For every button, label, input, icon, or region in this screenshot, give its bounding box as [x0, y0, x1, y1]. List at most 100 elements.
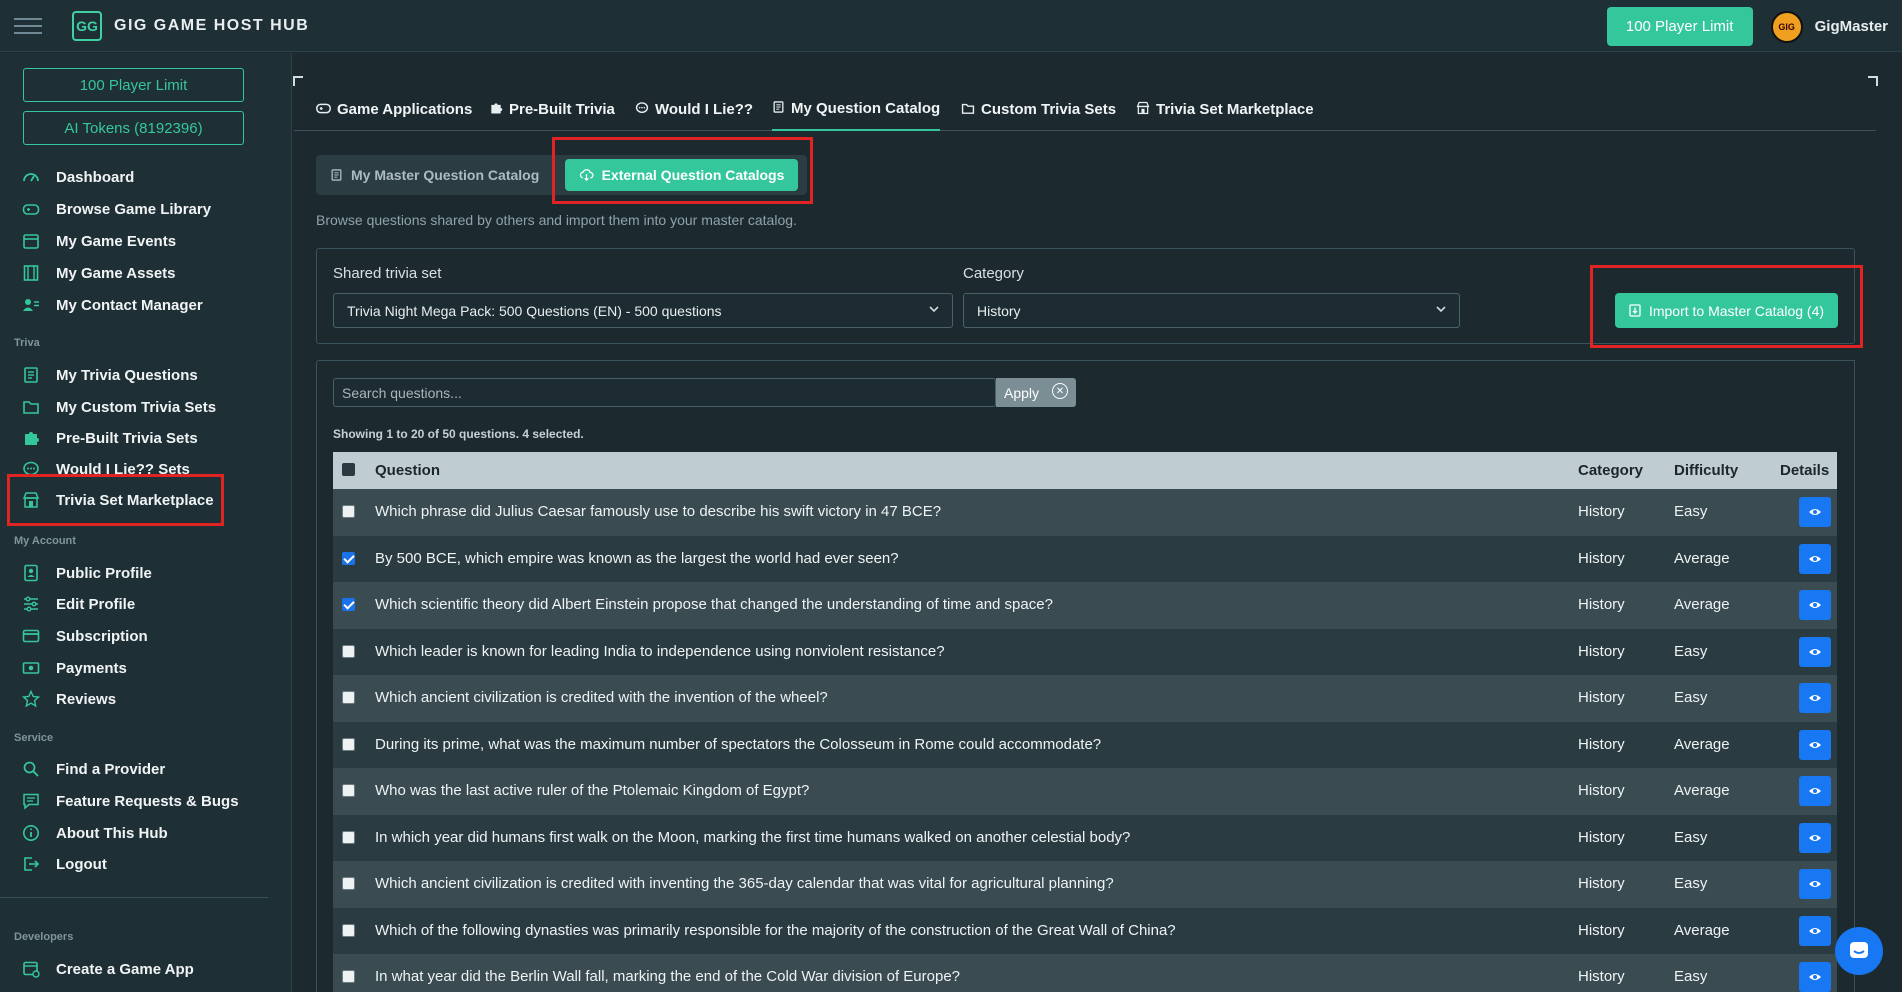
category-select[interactable]: History: [963, 293, 1460, 328]
table-row[interactable]: Who was the last active ruler of the Pto…: [333, 768, 1837, 815]
view-details-button[interactable]: [1799, 729, 1831, 760]
subtab-master-catalog[interactable]: My Master Question Catalog: [330, 159, 539, 191]
section-label-trivia: Triva: [14, 337, 40, 349]
view-details-button[interactable]: [1799, 869, 1831, 899]
tab-pre-built-trivia[interactable]: Pre-Built Trivia: [489, 88, 615, 131]
chat-support-button[interactable]: [1835, 927, 1883, 975]
question-cell: Which leader is known for leading India …: [375, 642, 945, 660]
table-row[interactable]: Which ancient civilization is credited w…: [333, 675, 1837, 722]
table-row[interactable]: By 500 BCE, which empire was known as th…: [333, 535, 1837, 583]
player-limit-button[interactable]: 100 Player Limit: [1606, 7, 1753, 46]
subtab-external-catalogs[interactable]: External Question Catalogs: [565, 159, 798, 191]
ai-tokens-button[interactable]: AI Tokens (8192396): [23, 111, 244, 145]
sidebar-item-my-custom-trivia-sets[interactable]: My Custom Trivia Sets: [22, 396, 216, 418]
tab-game-applications[interactable]: Game Applications: [316, 88, 472, 131]
table-row[interactable]: Which phrase did Julius Caesar famously …: [333, 489, 1837, 536]
sidebar: [0, 53, 292, 992]
row-checkbox[interactable]: [342, 970, 355, 983]
folder-icon: [961, 102, 975, 118]
question-cell: Which ancient civilization is credited w…: [375, 875, 1114, 892]
row-checkbox[interactable]: [342, 644, 355, 658]
row-checkbox[interactable]: [342, 923, 355, 937]
sidebar-item-my-game-assets[interactable]: My Game Assets: [22, 262, 176, 284]
sidebar-item-payments[interactable]: Payments: [22, 657, 127, 679]
apply-button[interactable]: Apply ✕: [996, 378, 1076, 407]
column-header-category[interactable]: Category: [1578, 462, 1643, 479]
search-input[interactable]: [333, 378, 996, 407]
select-all-checkbox[interactable]: [342, 463, 355, 476]
sidebar-item-feature-requests[interactable]: Feature Requests & Bugs: [22, 790, 239, 812]
money-icon: [22, 659, 40, 677]
row-checkbox[interactable]: [342, 877, 355, 890]
sidebar-item-label: Browse Game Library: [56, 200, 212, 218]
tab-label: Would I Lie??: [655, 101, 754, 118]
hamburger-menu-icon[interactable]: [14, 17, 42, 34]
clear-search-icon[interactable]: ✕: [1052, 383, 1068, 399]
message-icon: [22, 792, 40, 810]
view-details-button[interactable]: [1799, 822, 1831, 853]
sidebar-item-my-contact-manager[interactable]: My Contact Manager: [22, 294, 203, 316]
view-details-button[interactable]: [1799, 590, 1831, 620]
view-details-button[interactable]: [1799, 636, 1831, 667]
logout-icon: [22, 855, 40, 873]
sidebar-item-public-profile[interactable]: Public Profile: [22, 562, 152, 584]
table-row[interactable]: In which year did humans first walk on t…: [333, 814, 1837, 862]
row-checkbox[interactable]: [342, 505, 355, 518]
chat-icon: [22, 460, 40, 478]
sidebar-item-trivia-set-marketplace[interactable]: Trivia Set Marketplace: [22, 489, 214, 511]
shared-set-select[interactable]: Trivia Night Mega Pack: 500 Questions (E…: [333, 293, 953, 328]
tab-custom-trivia-sets[interactable]: Custom Trivia Sets: [961, 88, 1116, 131]
view-details-button[interactable]: [1799, 776, 1831, 806]
sidebar-item-dashboard[interactable]: Dashboard: [22, 166, 134, 188]
category-label: Category: [963, 265, 1024, 282]
sidebar-item-pre-built-trivia-sets[interactable]: Pre-Built Trivia Sets: [22, 427, 198, 449]
sidebar-item-subscription[interactable]: Subscription: [22, 625, 148, 647]
tab-trivia-set-marketplace[interactable]: Trivia Set Marketplace: [1136, 88, 1314, 131]
column-header-difficulty[interactable]: Difficulty: [1674, 462, 1738, 479]
view-details-button[interactable]: [1799, 543, 1831, 574]
table-row[interactable]: In what year did the Berlin Wall fall, m…: [333, 954, 1837, 992]
puzzle-icon: [22, 429, 40, 447]
row-checkbox[interactable]: [342, 551, 355, 565]
sidebar-item-about-this-hub[interactable]: About This Hub: [22, 822, 168, 844]
row-checkbox[interactable]: [342, 737, 355, 751]
table-row[interactable]: During its prime, what was the maximum n…: [333, 721, 1837, 769]
sidebar-item-label: Would I Lie?? Sets: [56, 460, 190, 478]
sidebar-item-would-i-lie-sets[interactable]: Would I Lie?? Sets: [22, 458, 190, 480]
table-row[interactable]: Which leader is known for leading India …: [333, 628, 1837, 676]
avatar[interactable]: GIG: [1770, 10, 1803, 43]
view-details-button[interactable]: [1799, 497, 1831, 527]
sidebar-item-my-trivia-questions[interactable]: My Trivia Questions: [22, 364, 198, 386]
category-cell: History: [1578, 596, 1625, 613]
table-row[interactable]: Which scientific theory did Albert Einst…: [333, 582, 1837, 629]
tab-my-question-catalog[interactable]: My Question Catalog: [772, 88, 941, 131]
sidebar-player-limit-button[interactable]: 100 Player Limit: [23, 68, 244, 102]
row-checkbox[interactable]: [342, 830, 355, 844]
sidebar-item-label: My Custom Trivia Sets: [56, 398, 217, 416]
sidebar-item-my-game-events[interactable]: My Game Events: [22, 230, 176, 252]
subtab-label: My Master Question Catalog: [351, 167, 540, 183]
sidebar-item-browse-game-library[interactable]: Browse Game Library: [22, 198, 211, 220]
sidebar-item-create-a-game-app[interactable]: Create a Game App: [22, 958, 194, 980]
sidebar-item-label: Reviews: [56, 690, 117, 708]
search-icon: [22, 760, 40, 778]
row-checkbox[interactable]: [342, 691, 355, 704]
column-header-details: Details: [1780, 462, 1830, 479]
row-checkbox[interactable]: [342, 784, 355, 797]
username[interactable]: GigMaster: [1815, 18, 1888, 35]
store-icon: [22, 491, 40, 509]
view-details-button[interactable]: [1799, 683, 1831, 713]
column-header-question[interactable]: Question: [375, 462, 440, 479]
sidebar-item-edit-profile[interactable]: Edit Profile: [22, 593, 135, 615]
cloud-download-icon: [579, 168, 594, 182]
sidebar-item-logout[interactable]: Logout: [22, 853, 107, 875]
row-checkbox[interactable]: [342, 598, 355, 611]
tab-would-i-lie[interactable]: Would I Lie??: [635, 88, 753, 131]
view-details-button[interactable]: [1799, 962, 1831, 992]
table-row[interactable]: Which of the following dynasties was pri…: [333, 907, 1837, 955]
import-to-master-button[interactable]: Import to Master Catalog (4): [1615, 293, 1838, 328]
sidebar-item-reviews[interactable]: Reviews: [22, 688, 116, 710]
sidebar-item-find-a-provider[interactable]: Find a Provider: [22, 758, 165, 780]
table-row[interactable]: Which ancient civilization is credited w…: [333, 861, 1837, 908]
view-details-button[interactable]: [1799, 915, 1831, 946]
